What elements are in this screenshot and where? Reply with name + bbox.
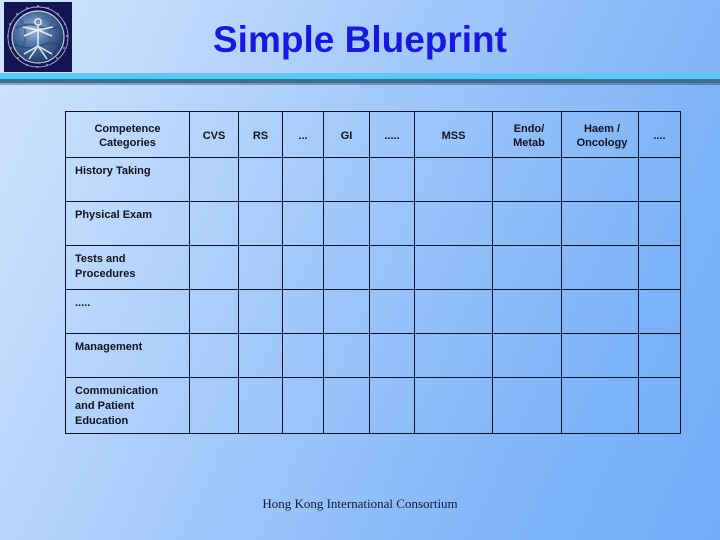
cell-tests-and-procedures-haem-oncology[interactable] bbox=[561, 245, 639, 290]
cell-physical-exam-ellipsis-2[interactable] bbox=[369, 201, 415, 246]
slide-canvas: Simple Blueprint Competence Categories C… bbox=[0, 0, 720, 540]
cell-history-taking-gi[interactable] bbox=[323, 157, 370, 202]
column-header-competence-categories: Competence Categories bbox=[65, 111, 190, 158]
cell-history-taking-mss[interactable] bbox=[414, 157, 493, 202]
row-label-management: Management bbox=[65, 333, 190, 378]
cell-history-taking-ellipsis-3[interactable] bbox=[638, 157, 681, 202]
cell-history-taking-rs[interactable] bbox=[238, 157, 283, 202]
cell-physical-exam-endo-metab[interactable] bbox=[492, 201, 562, 246]
cell-ellipsis-row-haem-oncology[interactable] bbox=[561, 289, 639, 334]
cell-management-ellipsis-2[interactable] bbox=[369, 333, 415, 378]
cell-physical-exam-rs[interactable] bbox=[238, 201, 283, 246]
cell-management-gi[interactable] bbox=[323, 333, 370, 378]
slide-footer: Hong Kong International Consortium bbox=[262, 496, 458, 511]
row-label-ellipsis: ..... bbox=[65, 289, 190, 334]
cell-communication-mss[interactable] bbox=[414, 377, 493, 434]
page-title: Simple Blueprint bbox=[213, 19, 507, 60]
cell-management-endo-metab[interactable] bbox=[492, 333, 562, 378]
cell-management-rs[interactable] bbox=[238, 333, 283, 378]
column-header-rs: RS bbox=[238, 111, 283, 158]
cell-communication-gi[interactable] bbox=[323, 377, 370, 434]
row-label-history-taking: History Taking bbox=[65, 157, 190, 202]
cell-management-ellipsis-3[interactable] bbox=[638, 333, 681, 378]
cell-communication-ellipsis-1[interactable] bbox=[282, 377, 324, 434]
table-header-row: Competence Categories CVS RS ... GI ....… bbox=[65, 111, 681, 158]
cell-ellipsis-row-ellipsis-3[interactable] bbox=[638, 289, 681, 334]
cell-history-taking-ellipsis-1[interactable] bbox=[282, 157, 324, 202]
blueprint-table: Competence Categories CVS RS ... GI ....… bbox=[65, 111, 681, 434]
column-header-haem-oncology: Haem / Oncology bbox=[561, 111, 639, 158]
cell-physical-exam-ellipsis-1[interactable] bbox=[282, 201, 324, 246]
cell-physical-exam-mss[interactable] bbox=[414, 201, 493, 246]
cell-tests-and-procedures-mss[interactable] bbox=[414, 245, 493, 290]
cell-physical-exam-haem-oncology[interactable] bbox=[561, 201, 639, 246]
cell-physical-exam-ellipsis-3[interactable] bbox=[638, 201, 681, 246]
cell-tests-and-procedures-gi[interactable] bbox=[323, 245, 370, 290]
cell-history-taking-ellipsis-2[interactable] bbox=[369, 157, 415, 202]
cell-tests-and-procedures-ellipsis-2[interactable] bbox=[369, 245, 415, 290]
header-accent-rule-shadow bbox=[0, 83, 720, 85]
cell-communication-ellipsis-3[interactable] bbox=[638, 377, 681, 434]
cell-history-taking-cvs[interactable] bbox=[189, 157, 239, 202]
table-row: Physical Exam bbox=[65, 201, 681, 246]
cell-ellipsis-row-gi[interactable] bbox=[323, 289, 370, 334]
cell-ellipsis-row-mss[interactable] bbox=[414, 289, 493, 334]
cell-ellipsis-row-cvs[interactable] bbox=[189, 289, 239, 334]
cell-management-cvs[interactable] bbox=[189, 333, 239, 378]
cell-ellipsis-row-ellipsis-2[interactable] bbox=[369, 289, 415, 334]
cell-physical-exam-gi[interactable] bbox=[323, 201, 370, 246]
cell-tests-and-procedures-ellipsis-3[interactable] bbox=[638, 245, 681, 290]
cell-management-mss[interactable] bbox=[414, 333, 493, 378]
table-row: Management bbox=[65, 333, 681, 378]
cell-physical-exam-cvs[interactable] bbox=[189, 201, 239, 246]
row-label-physical-exam: Physical Exam bbox=[65, 201, 190, 246]
cell-history-taking-endo-metab[interactable] bbox=[492, 157, 562, 202]
table-row: History Taking bbox=[65, 157, 681, 202]
column-header-cvs: CVS bbox=[189, 111, 239, 158]
cell-history-taking-haem-oncology[interactable] bbox=[561, 157, 639, 202]
cell-communication-cvs[interactable] bbox=[189, 377, 239, 434]
table-row: Tests and Procedures bbox=[65, 245, 681, 290]
column-header-endo-metab: Endo/ Metab bbox=[492, 111, 562, 158]
cell-management-haem-oncology[interactable] bbox=[561, 333, 639, 378]
cell-tests-and-procedures-rs[interactable] bbox=[238, 245, 283, 290]
table-row: ..... bbox=[65, 289, 681, 334]
cell-tests-and-procedures-cvs[interactable] bbox=[189, 245, 239, 290]
column-header-mss: MSS bbox=[414, 111, 493, 158]
cell-communication-haem-oncology[interactable] bbox=[561, 377, 639, 434]
row-label-communication-and-patient-education: Communication and Patient Education bbox=[65, 377, 190, 434]
column-header-ellipsis-3: .... bbox=[638, 111, 681, 158]
cell-ellipsis-row-rs[interactable] bbox=[238, 289, 283, 334]
cell-communication-endo-metab[interactable] bbox=[492, 377, 562, 434]
cell-tests-and-procedures-endo-metab[interactable] bbox=[492, 245, 562, 290]
cell-ellipsis-row-ellipsis-1[interactable] bbox=[282, 289, 324, 334]
column-header-ellipsis-1: ... bbox=[282, 111, 324, 158]
cell-communication-ellipsis-2[interactable] bbox=[369, 377, 415, 434]
column-header-gi: GI bbox=[323, 111, 370, 158]
table-row: Communication and Patient Education bbox=[65, 377, 681, 434]
row-label-tests-and-procedures: Tests and Procedures bbox=[65, 245, 190, 290]
cell-communication-rs[interactable] bbox=[238, 377, 283, 434]
cell-ellipsis-row-endo-metab[interactable] bbox=[492, 289, 562, 334]
cell-tests-and-procedures-ellipsis-1[interactable] bbox=[282, 245, 324, 290]
cell-management-ellipsis-1[interactable] bbox=[282, 333, 324, 378]
column-header-ellipsis-2: ..... bbox=[369, 111, 415, 158]
